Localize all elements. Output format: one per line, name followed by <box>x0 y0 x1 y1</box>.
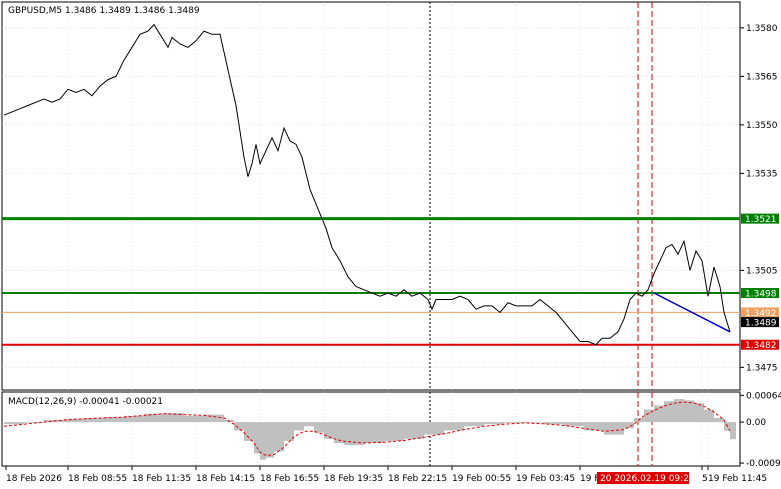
macd-histogram-bar <box>254 422 260 454</box>
macd-histogram-bar <box>384 422 404 441</box>
macd-histogram-bar <box>404 422 424 439</box>
y-tick-label: 1.3475 <box>746 363 778 373</box>
x-tick-label: 18 Feb 22:15 <box>388 474 447 484</box>
macd-histogram-bar <box>444 422 464 431</box>
macd-histogram-bar <box>304 422 314 427</box>
x-tick-label: 19 Feb 11:45 <box>708 474 767 484</box>
macd-histogram-bar <box>654 405 664 423</box>
level-tag-label: 1.3482 <box>745 341 777 351</box>
x-tick-label: 19 F <box>580 474 600 484</box>
macd-histogram-bar <box>184 415 204 423</box>
macd-tick-label: 0.00064 <box>746 391 781 401</box>
y-tick-label: 1.3565 <box>746 72 778 82</box>
macd-tick-label: -0.00098 <box>746 459 781 469</box>
chart-area[interactable]: 1.3580 1.3565 1.3550 1.3535 1.3505 1.3475 1.35… <box>0 0 781 489</box>
macd-histogram-bar <box>504 422 524 423</box>
x-tick-label: 18 Feb 08:55 <box>68 474 127 484</box>
symbol-header: GBPUSD,M5 1.3486 1.3489 1.3486 1.3489 <box>8 6 200 16</box>
macd-histogram-bar <box>684 400 694 423</box>
macd-histogram-bar <box>204 414 224 423</box>
y-tick-label: 1.3580 <box>746 24 778 34</box>
macd-histogram-bar <box>314 422 324 433</box>
y-tick-label: 1.3550 <box>746 121 778 131</box>
macd-histogram-bar <box>124 415 144 423</box>
macd-histogram-bar <box>484 422 504 425</box>
time-highlight-label: 20 2026.02.19 09:25 <box>600 474 695 484</box>
macd-histogram-bar <box>694 403 704 423</box>
macd-histogram-bar <box>266 422 274 458</box>
macd-histogram-bar <box>364 422 384 444</box>
macd-histogram-bar <box>294 422 304 431</box>
price-panel-frame <box>1 1 741 391</box>
macd-histogram-bar <box>604 422 624 435</box>
macd-histogram-bar <box>244 422 254 441</box>
x-tick-label: 18 Feb 14:15 <box>196 474 255 484</box>
x-tick-label: 18 Feb 11:35 <box>132 474 191 484</box>
y-tick-label: 1.3505 <box>746 266 778 276</box>
macd-histogram-bar <box>260 422 266 460</box>
macd-tick-label: 0.00 <box>746 418 766 428</box>
current-price-label: 1.3489 <box>745 319 777 329</box>
level-tag-label: 1.3521 <box>745 215 777 225</box>
macd-header: MACD(12,26,9) -0.00041 -0.00021 <box>8 397 163 407</box>
macd-histogram-bar <box>524 422 544 423</box>
macd-histogram-bar <box>4 422 24 425</box>
x-tick-label: 18 Feb 16:55 <box>260 474 319 484</box>
x-tick-label: 5 <box>702 474 708 484</box>
macd-histogram-bar <box>424 422 444 435</box>
macd-histogram-bar <box>714 417 724 423</box>
x-tick-label: 19 Feb 03:45 <box>516 474 575 484</box>
macd-histogram-bar <box>730 422 736 440</box>
macd-histogram-bar <box>234 422 244 431</box>
x-tick-label: 19 Feb 00:55 <box>452 474 511 484</box>
macd-histogram-bar <box>274 422 284 452</box>
x-tick-label: 18 Feb 19:35 <box>324 474 383 484</box>
macd-histogram-bar <box>464 422 484 427</box>
y-tick-label: 1.3535 <box>746 169 778 179</box>
chart-svg: 1.3580 1.3565 1.3550 1.3535 1.3505 1.3475 1.35… <box>1 1 781 484</box>
x-tick-label: 18 Feb 2026 <box>6 474 62 484</box>
level-tag-label: 1.3498 <box>745 290 777 300</box>
macd-histogram-bar <box>344 422 364 446</box>
